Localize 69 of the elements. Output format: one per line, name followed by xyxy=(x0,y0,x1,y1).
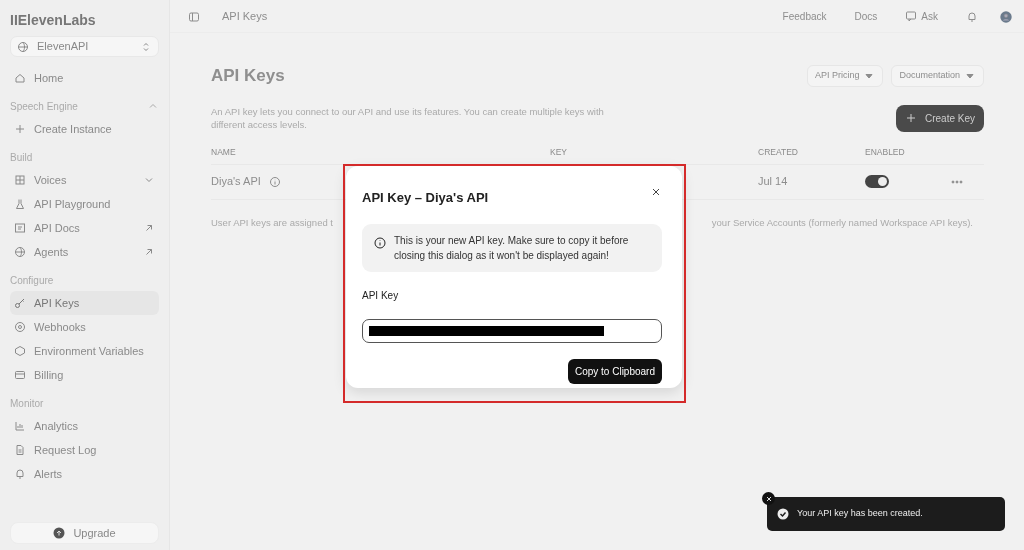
avatar-button[interactable] xyxy=(1000,8,1012,24)
section-heading: Build xyxy=(10,150,33,165)
credit-card-icon xyxy=(14,369,26,381)
workspace-icon xyxy=(17,40,29,53)
plus-icon xyxy=(14,123,26,135)
topbar-button[interactable]: Feedback xyxy=(776,5,833,27)
sidebar-item[interactable]: API Keys xyxy=(10,291,159,315)
column-header: NAME xyxy=(211,146,236,157)
column-header: KEY xyxy=(550,146,567,157)
toast-close-button[interactable] xyxy=(762,492,775,505)
circle-icon xyxy=(14,321,26,333)
section-heading: Configure xyxy=(10,273,54,288)
plus-icon xyxy=(904,112,917,124)
bell-icon xyxy=(966,10,978,23)
toggle-switch[interactable] xyxy=(865,175,889,188)
sidebar-item[interactable]: Billing xyxy=(10,363,159,387)
sidebar-item[interactable]: Voices xyxy=(10,168,159,192)
page-title: API Keys xyxy=(211,65,285,87)
sidebar-item[interactable]: Analytics xyxy=(10,414,159,438)
dropdown-button[interactable]: Documentation xyxy=(891,65,984,87)
house-icon xyxy=(14,72,26,84)
table-cell-text: Diya's API xyxy=(211,174,261,190)
dialog-title: API Key – Diya's API xyxy=(362,189,489,207)
column-header: ENABLED xyxy=(865,146,905,157)
api-key-field[interactable] xyxy=(362,318,662,343)
sidebar-icon xyxy=(188,10,200,23)
sidebar-item[interactable]: Agents xyxy=(10,240,159,264)
column-header: CREATED xyxy=(758,146,798,157)
check-icon xyxy=(777,508,789,520)
sidebar-item[interactable]: Request Log xyxy=(10,438,159,462)
table-cell: Jul 14 xyxy=(758,175,788,188)
sidebar-item[interactable]: Alerts xyxy=(10,462,159,486)
grid-icon xyxy=(14,174,26,186)
section-heading: Monitor xyxy=(10,396,44,411)
key-icon xyxy=(14,297,26,309)
description: An API key lets you connect to our API and use its features. You can create multiple keys with different access levels. xyxy=(211,104,605,132)
sidebar-item[interactable]: API Docs xyxy=(10,216,159,240)
info-icon xyxy=(268,175,281,188)
flask-icon xyxy=(14,198,26,210)
info-icon xyxy=(374,236,386,249)
workspace-selector[interactable]: ElevenAPI xyxy=(10,36,159,57)
create-key-button[interactable]: Create Key xyxy=(895,104,984,132)
info-message: This is your new API key. Make sure to copy it before closing this dialog as it won't be displayed again! xyxy=(394,233,630,263)
copy-button[interactable]: Copy to Clipboard xyxy=(567,358,662,384)
globe-icon xyxy=(14,246,26,258)
topbar-button[interactable]: Docs xyxy=(848,5,884,27)
section-heading: Speech Engine xyxy=(10,99,78,114)
document-icon xyxy=(14,222,26,234)
sidebar-item[interactable]: Home xyxy=(10,66,159,90)
document-icon xyxy=(14,444,26,456)
cube-icon xyxy=(14,345,26,357)
note-text: User API keys are assigned t xyxy=(211,215,333,229)
avatar-icon xyxy=(1000,10,1012,23)
sidebar-item[interactable]: Webhooks xyxy=(10,315,159,339)
topbar-button[interactable]: Ask xyxy=(899,5,944,27)
bell-icon xyxy=(14,468,26,480)
chart-icon xyxy=(14,420,26,432)
field-label: API Key xyxy=(362,288,400,303)
dropdown-button[interactable]: API Pricing xyxy=(806,65,884,87)
sidebar-item[interactable]: API Playground xyxy=(10,192,159,216)
sidebar-item[interactable]: Create Instance xyxy=(10,117,159,141)
upgrade-icon xyxy=(53,527,66,539)
upgrade-button[interactable]: Upgrade xyxy=(10,522,159,544)
chat-icon xyxy=(905,10,918,22)
sidebar-item[interactable]: Environment Variables xyxy=(10,339,159,363)
logo: IIElevenLabs xyxy=(10,11,97,30)
note-text: your Service Accounts (formerly named Workspace API keys). xyxy=(711,215,973,229)
toast-message: Your API key has been created. xyxy=(797,507,923,521)
breadcrumb: API Keys xyxy=(222,8,269,24)
